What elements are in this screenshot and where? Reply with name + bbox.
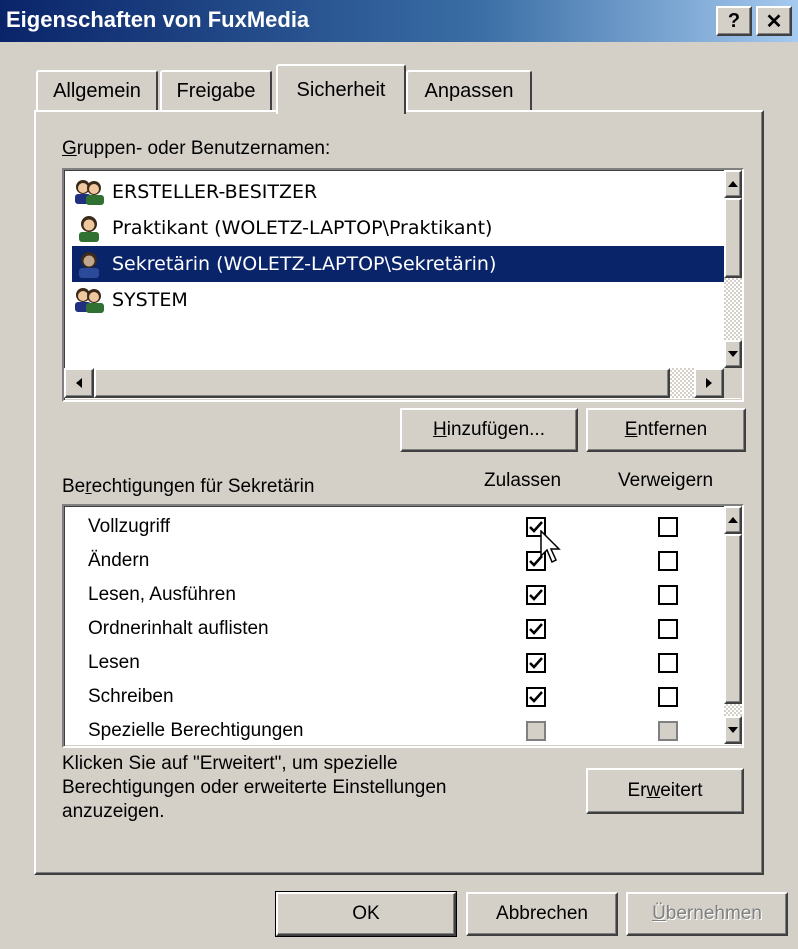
ok-button-label: OK — [352, 903, 380, 924]
scroll-thumb[interactable] — [724, 198, 742, 278]
security-tab-panel: Gruppen- oder Benutzernamen: ERSTELLER-B… — [34, 110, 764, 875]
advanced-hint: Klicken Sie auf "Erweitert", um speziell… — [62, 752, 446, 824]
permission-row: Vollzugriff — [64, 510, 724, 544]
allow-column-header: Zulassen — [484, 470, 562, 491]
users-list-label: Gruppen- oder Benutzernamen: — [62, 138, 331, 159]
users-list[interactable]: ERSTELLER-BESITZER Praktikant (WOLETZ-LA… — [62, 168, 744, 402]
group-users-icon — [72, 177, 106, 207]
mouse-cursor-icon — [540, 530, 561, 564]
scroll-down-button[interactable] — [724, 716, 742, 744]
hint-line: Klicken Sie auf "Erweitert", um speziell… — [62, 753, 398, 774]
scroll-thumb[interactable] — [724, 534, 742, 704]
tab-allgemein[interactable]: Allgemein — [36, 70, 158, 110]
permission-row: Schreiben — [64, 680, 724, 714]
deny-checkbox-disabled — [658, 721, 678, 741]
apply-button[interactable]: Übernehmen — [626, 892, 788, 936]
permission-row: Ändern — [64, 544, 724, 578]
cancel-button[interactable]: Abbrechen — [466, 892, 618, 936]
allow-checkbox[interactable] — [526, 687, 546, 707]
cancel-button-label: Abbrechen — [496, 903, 588, 924]
close-button[interactable]: ✕ — [756, 6, 792, 36]
help-button[interactable]: ? — [716, 6, 752, 36]
remove-button[interactable]: Entfernen — [586, 408, 746, 452]
permission-name: Ordnerinhalt auflisten — [88, 618, 269, 639]
remove-button-label: Entfernen — [624, 419, 708, 440]
tab-label: Anpassen — [424, 79, 514, 102]
permission-name: Lesen, Ausführen — [88, 584, 236, 605]
group-users-icon — [72, 285, 106, 315]
horizontal-scroll-thumb[interactable] — [94, 368, 670, 398]
checkmark-icon — [529, 657, 543, 669]
permission-name: Schreiben — [88, 686, 174, 707]
ok-button[interactable]: OK — [275, 891, 457, 937]
tab-label: Sicherheit — [296, 78, 386, 101]
tab-anpassen[interactable]: Anpassen — [406, 70, 532, 110]
arrow-down-icon — [728, 727, 738, 733]
allow-checkbox[interactable] — [526, 585, 546, 605]
permission-name: Vollzugriff — [88, 516, 171, 537]
add-button[interactable]: Hinzufügen... — [400, 408, 578, 452]
hint-line: anzuzeigen. — [62, 801, 165, 822]
allow-checkbox-disabled — [526, 721, 546, 741]
help-icon: ? — [727, 9, 741, 32]
deny-checkbox[interactable] — [658, 551, 678, 571]
window-title: Eigenschaften von FuxMedia — [6, 7, 310, 32]
list-item-label: Sekretärin (WOLETZ-LAPTOP\Sekretärin) — [112, 253, 497, 275]
user-icon — [72, 249, 106, 279]
hint-line: Berechtigungen oder erweiterte Einstellu… — [62, 777, 447, 798]
apply-button-label: Übernehmen — [652, 903, 762, 924]
checkmark-icon — [529, 623, 543, 635]
permission-row: Lesen, Ausführen — [64, 578, 724, 612]
list-item-label: SYSTEM — [112, 289, 188, 311]
deny-checkbox[interactable] — [658, 585, 678, 605]
arrow-up-icon — [728, 181, 738, 187]
scrollbar-corner — [724, 368, 742, 398]
arrow-up-icon — [728, 517, 738, 523]
list-item-label: Praktikant (WOLETZ-LAPTOP\Praktikant) — [112, 217, 493, 239]
permission-row: Spezielle Berechtigungen — [64, 714, 724, 746]
deny-checkbox[interactable] — [658, 687, 678, 707]
permission-name: Ändern — [88, 550, 150, 571]
tab-freigabe[interactable]: Freigabe — [160, 70, 272, 110]
arrow-left-icon — [76, 378, 82, 388]
list-item[interactable]: Praktikant (WOLETZ-LAPTOP\Praktikant) — [72, 210, 732, 246]
tab-sicherheit[interactable]: Sicherheit — [276, 64, 406, 114]
permission-name: Lesen — [88, 652, 140, 673]
advanced-button[interactable]: Erweitert — [586, 768, 744, 814]
user-icon — [72, 213, 106, 243]
scroll-down-button[interactable] — [724, 340, 742, 368]
add-button-label: Hinzufügen... — [433, 419, 545, 440]
list-item[interactable]: ERSTELLER-BESITZER — [72, 174, 732, 210]
scroll-up-button[interactable] — [724, 170, 742, 198]
permissions-label: Berechtigungen für Sekretärin — [62, 476, 315, 497]
checkmark-icon — [529, 589, 543, 601]
allow-checkbox[interactable] — [526, 653, 546, 673]
deny-checkbox[interactable] — [658, 653, 678, 673]
list-item-label: ERSTELLER-BESITZER — [112, 181, 318, 203]
arrow-right-icon — [706, 378, 712, 388]
deny-checkbox[interactable] — [658, 517, 678, 537]
list-item[interactable]: SYSTEM — [72, 282, 732, 318]
close-icon: ✕ — [765, 10, 783, 33]
advanced-button-label: Erweitert — [627, 780, 703, 801]
permission-name: Spezielle Berechtigungen — [88, 720, 304, 741]
permissions-list[interactable]: Vollzugriff Ändern Lesen, Ausführen Ordn… — [62, 504, 744, 748]
tab-label: Freigabe — [176, 79, 256, 102]
arrow-down-icon — [728, 351, 738, 357]
scroll-up-button[interactable] — [724, 506, 742, 534]
title-bar[interactable]: Eigenschaften von FuxMedia ? ✕ — [0, 0, 798, 42]
checkmark-icon — [529, 691, 543, 703]
scroll-left-button[interactable] — [64, 368, 94, 398]
permission-row: Lesen — [64, 646, 724, 680]
allow-checkbox[interactable] — [526, 619, 546, 639]
tab-label: Allgemein — [53, 79, 141, 102]
scroll-right-button[interactable] — [694, 368, 724, 398]
list-item-selected[interactable]: Sekretärin (WOLETZ-LAPTOP\Sekretärin) — [72, 246, 732, 282]
permission-row: Ordnerinhalt auflisten — [64, 612, 724, 646]
deny-column-header: Verweigern — [618, 470, 714, 491]
deny-checkbox[interactable] — [658, 619, 678, 639]
